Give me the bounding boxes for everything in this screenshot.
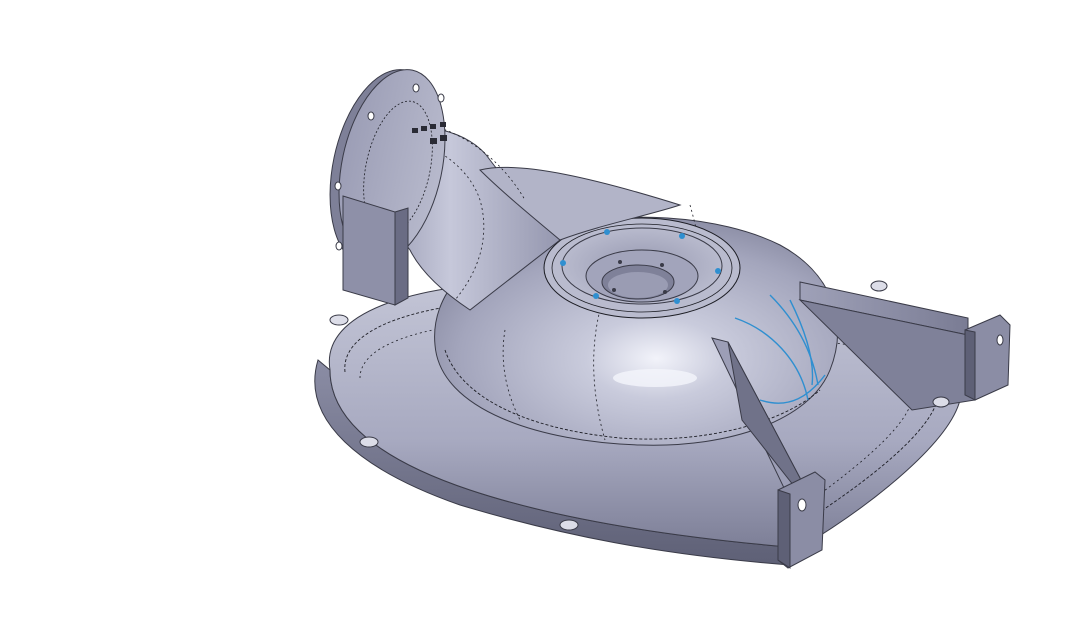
pump-casing-model	[314, 69, 1011, 569]
flange-support-bracket	[342, 195, 409, 306]
cad-viewport[interactable]	[0, 0, 1085, 630]
